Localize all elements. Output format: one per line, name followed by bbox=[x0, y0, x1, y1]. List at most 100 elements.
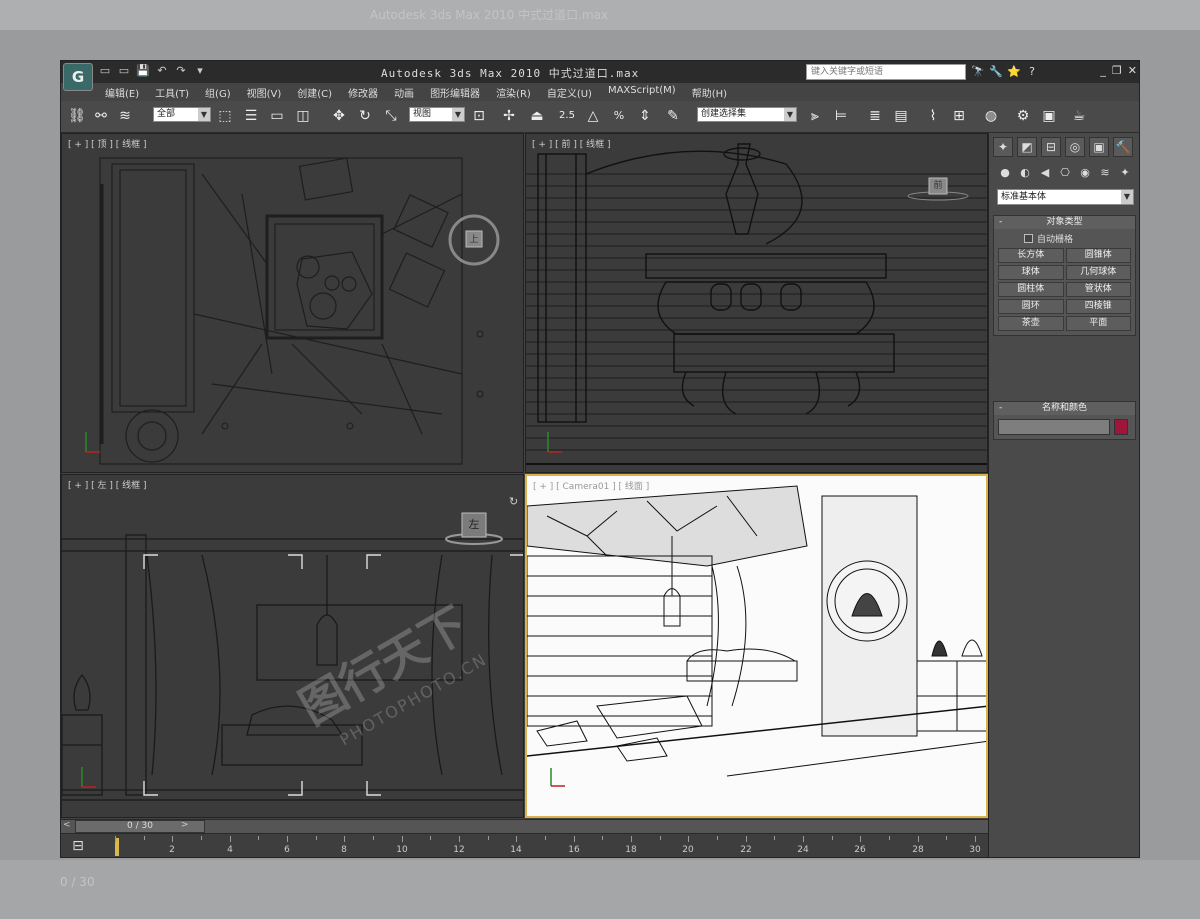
viewport-left-label[interactable]: [ + ] [ 左 ] [ 线框 ] bbox=[68, 478, 147, 491]
window-crossing-icon[interactable]: ◫ bbox=[293, 106, 313, 126]
cylinder-button[interactable]: 圆柱体 bbox=[998, 282, 1064, 297]
wrench-icon[interactable]: 🔧 bbox=[989, 64, 1003, 80]
edit-named-selection-icon[interactable]: ✎ bbox=[663, 106, 683, 126]
save-icon[interactable]: 💾 bbox=[135, 63, 151, 79]
pivot-center-icon[interactable]: ⊡ bbox=[469, 106, 489, 126]
move-icon[interactable]: ✥ bbox=[329, 106, 349, 126]
spinner-snap-icon[interactable]: ⇕ bbox=[635, 106, 655, 126]
render-teapot-icon[interactable]: ☕ bbox=[1069, 106, 1089, 126]
minimize-button[interactable]: _ bbox=[1100, 64, 1106, 77]
object-type-header[interactable]: - 对象类型 bbox=[994, 216, 1135, 229]
render-setup-icon[interactable]: ⚙ bbox=[1013, 106, 1033, 126]
select-link-icon[interactable]: ⛓ bbox=[67, 106, 87, 126]
select-by-name-icon[interactable]: ☰ bbox=[241, 106, 261, 126]
menu-help[interactable]: 帮助(H) bbox=[684, 83, 735, 101]
layer-manager-icon[interactable]: ≣ bbox=[865, 106, 885, 126]
torus-button[interactable]: 圆环 bbox=[998, 299, 1064, 314]
menu-maxscript[interactable]: MAXScript(M) bbox=[600, 83, 684, 101]
track-bar[interactable]: ⊟ 2 4 6 8 10 12 14 16 18 20 22 24 26 28 30 bbox=[61, 833, 988, 857]
rotate-icon[interactable]: ↻ bbox=[355, 106, 375, 126]
close-button[interactable]: ✕ bbox=[1128, 64, 1137, 77]
viewport-front-label[interactable]: [ + ] [ 前 ] [ 线框 ] bbox=[532, 137, 611, 150]
autogrid-checkbox[interactable]: 自动栅格 bbox=[994, 229, 1135, 245]
viewport-camera-label[interactable]: [ + ] [ Camera01 ] [ 线面 ] bbox=[533, 479, 649, 492]
menu-rendering[interactable]: 渲染(R) bbox=[488, 83, 539, 101]
menu-modifiers[interactable]: 修改器 bbox=[340, 83, 386, 101]
viewport-top[interactable]: [ + ] [ 顶 ] [ 线框 ] 上 bbox=[61, 133, 524, 473]
material-editor-icon[interactable]: ◍ bbox=[981, 106, 1001, 126]
app-logo-button[interactable]: G bbox=[63, 63, 93, 91]
menu-views[interactable]: 视图(V) bbox=[239, 83, 290, 101]
menu-tools[interactable]: 工具(T) bbox=[147, 83, 197, 101]
lights-icon[interactable]: ◀ bbox=[1037, 165, 1053, 181]
undo-icon[interactable]: ↶ bbox=[154, 63, 170, 79]
named-selection-dropdown[interactable]: 创建选择集 ▼ bbox=[697, 107, 797, 122]
select-object-icon[interactable]: ⬚ bbox=[215, 106, 235, 126]
motion-tab-icon[interactable]: ◎ bbox=[1065, 137, 1085, 157]
geosphere-button[interactable]: 几何球体 bbox=[1065, 265, 1131, 280]
shapes-icon[interactable]: ◐ bbox=[1017, 165, 1033, 181]
viewport-camera[interactable]: [ + ] [ Camera01 ] [ 线面 ] bbox=[525, 474, 988, 818]
systems-icon[interactable]: ✦ bbox=[1117, 165, 1133, 181]
menu-group[interactable]: 组(G) bbox=[197, 83, 239, 101]
mini-curve-editor-icon[interactable]: ⊟ bbox=[67, 838, 89, 856]
primitive-category-dropdown[interactable]: 标准基本体 ▼ bbox=[997, 189, 1134, 205]
bind-space-warp-icon[interactable]: ≋ bbox=[115, 106, 135, 126]
object-name-input[interactable] bbox=[998, 419, 1110, 435]
tube-button[interactable]: 管状体 bbox=[1065, 282, 1131, 297]
ribbon-icon[interactable]: ▤ bbox=[891, 106, 911, 126]
percent-snap-icon[interactable]: % bbox=[609, 106, 629, 126]
menu-customize[interactable]: 自定义(U) bbox=[539, 83, 600, 101]
modify-tab-icon[interactable]: ◩ bbox=[1017, 137, 1037, 157]
hierarchy-tab-icon[interactable]: ⊟ bbox=[1041, 137, 1061, 157]
favorites-star-icon[interactable]: ⭐ bbox=[1007, 64, 1021, 80]
viewport-front[interactable]: [ + ] [ 前 ] [ 线框 ] 前 bbox=[525, 133, 988, 473]
restore-button[interactable]: ❐ bbox=[1112, 64, 1122, 77]
display-tab-icon[interactable]: ▣ bbox=[1089, 137, 1109, 157]
plane-button[interactable]: 平面 bbox=[1065, 316, 1131, 331]
mirror-icon[interactable]: ⫸ bbox=[805, 106, 825, 126]
rectangular-selection-icon[interactable]: ▭ bbox=[267, 106, 287, 126]
time-slider-next-icon[interactable]: > bbox=[181, 820, 191, 833]
redo-icon[interactable]: ↷ bbox=[173, 63, 189, 79]
open-file-icon[interactable]: ▭ bbox=[116, 63, 132, 79]
viewcube-left[interactable]: 左 bbox=[463, 515, 485, 535]
viewcube-front[interactable]: 前 bbox=[930, 179, 946, 193]
binoculars-icon[interactable]: 🔭 bbox=[971, 64, 985, 80]
select-manipulate-icon[interactable]: ✢ bbox=[499, 106, 519, 126]
selection-filter-dropdown[interactable]: 全部 ▼ bbox=[153, 107, 211, 122]
time-slider-prev-icon[interactable]: < bbox=[63, 820, 73, 833]
help-icon[interactable]: ? bbox=[1025, 64, 1039, 80]
viewcube-top[interactable]: 上 bbox=[467, 233, 481, 247]
name-color-header[interactable]: - 名称和颜色 bbox=[994, 402, 1135, 415]
angle-snap-icon[interactable]: △ bbox=[583, 106, 603, 126]
reference-coord-dropdown[interactable]: 视图 ▼ bbox=[409, 107, 465, 122]
rendered-frame-icon[interactable]: ▣ bbox=[1039, 106, 1059, 126]
utilities-tab-icon[interactable]: 🔨 bbox=[1113, 137, 1133, 157]
sphere-button[interactable]: 球体 bbox=[998, 265, 1064, 280]
menu-animation[interactable]: 动画 bbox=[386, 83, 422, 101]
align-icon[interactable]: ⊨ bbox=[831, 106, 851, 126]
snap-toggle-icon[interactable]: 2.5 bbox=[557, 106, 577, 126]
object-color-swatch[interactable] bbox=[1114, 419, 1128, 435]
quick-access-dropdown-icon[interactable]: ▾ bbox=[192, 63, 208, 79]
teapot-button[interactable]: 茶壶 bbox=[998, 316, 1064, 331]
search-input[interactable]: 键入关键字或短语 bbox=[806, 64, 966, 80]
space-warps-icon[interactable]: ≋ bbox=[1097, 165, 1113, 181]
geometry-icon[interactable]: ● bbox=[997, 165, 1013, 181]
checkbox-box[interactable] bbox=[1024, 234, 1033, 243]
cone-button[interactable]: 圆锥体 bbox=[1065, 248, 1131, 263]
time-slider[interactable]: < 0 / 30 > bbox=[61, 819, 988, 833]
keyboard-shortcut-icon[interactable]: ⏏ bbox=[527, 106, 547, 126]
scale-icon[interactable]: ⤡ bbox=[381, 106, 401, 126]
menu-create[interactable]: 创建(C) bbox=[289, 83, 340, 101]
viewport-top-label[interactable]: [ + ] [ 顶 ] [ 线框 ] bbox=[68, 137, 147, 150]
create-tab-icon[interactable]: ✦ bbox=[993, 137, 1013, 157]
unlink-icon[interactable]: ⚯ bbox=[91, 106, 111, 126]
helpers-icon[interactable]: ◉ bbox=[1077, 165, 1093, 181]
schematic-view-icon[interactable]: ⊞ bbox=[949, 106, 969, 126]
box-button[interactable]: 长方体 bbox=[998, 248, 1064, 263]
curve-editor-icon[interactable]: ⌇ bbox=[923, 106, 943, 126]
pyramid-button[interactable]: 四棱锥 bbox=[1065, 299, 1131, 314]
cameras-icon[interactable]: ⎔ bbox=[1057, 165, 1073, 181]
